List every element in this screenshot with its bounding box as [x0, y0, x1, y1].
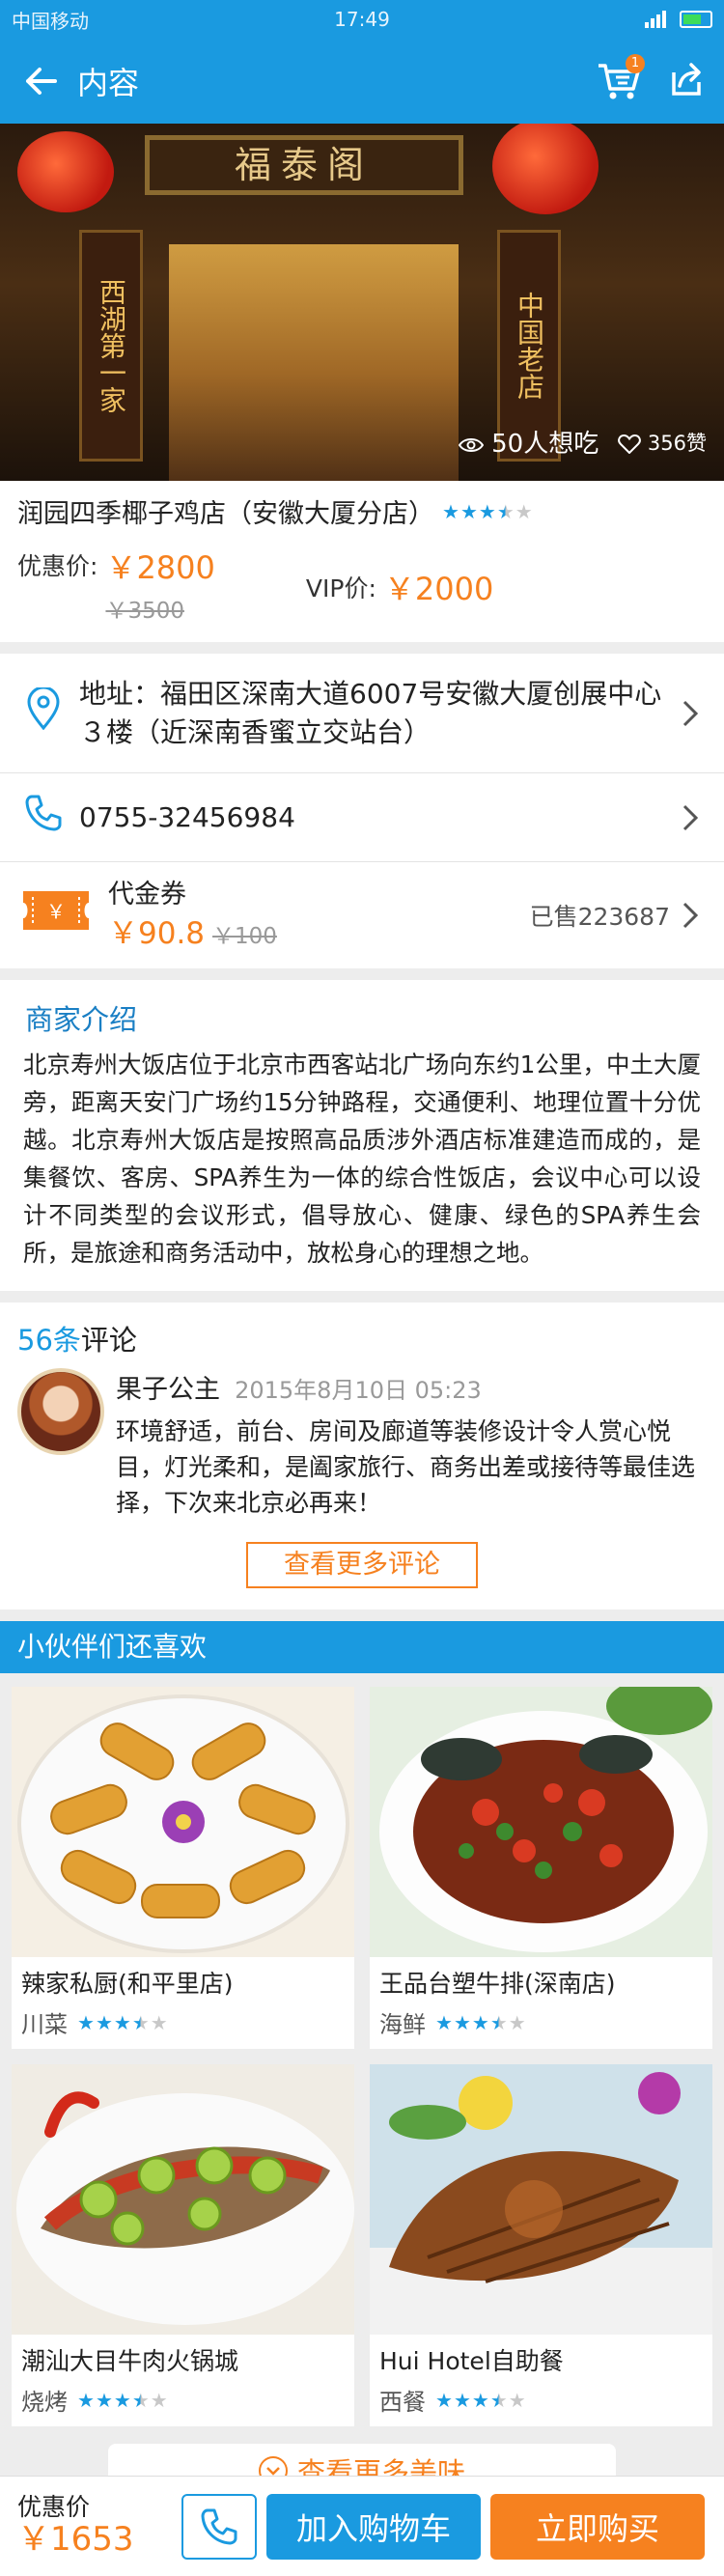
ticket-icon: ￥ — [19, 885, 93, 945]
page: 中国移动 17:49 内容 1 福泰阁 西湖第一家 中国老店 50人想吃 356… — [0, 0, 724, 2576]
clock-text: 17:49 — [334, 8, 390, 31]
food-photo — [12, 1687, 354, 1957]
share-button[interactable] — [666, 61, 705, 101]
coupon-price: ￥90.8 — [108, 915, 206, 951]
comments-header: 56条评论 — [17, 1318, 707, 1358]
cart-button[interactable]: 1 — [597, 54, 645, 102]
app-header: 内容 1 — [0, 39, 724, 124]
svg-text:￥: ￥ — [46, 900, 66, 923]
doorway — [169, 244, 459, 481]
item-category: 海鲜 — [379, 2011, 426, 2038]
phone-icon — [201, 2508, 237, 2544]
location-pin-icon — [19, 686, 68, 740]
item-category: 烧烤 — [21, 2389, 68, 2416]
lantern-decoration — [17, 131, 114, 212]
address-row[interactable]: 地址：福田区深南大道6007号安徽大厦创展中心３楼（近深南香蜜立交站台） — [0, 654, 724, 773]
comment-text: 环境舒适，前台、房间及廊道等装修设计令人赏心悦目，灯光柔和，是阖家旅行、商务出差… — [116, 1417, 696, 1517]
rating-stars: ★ ★ ★ ★ ★ — [77, 2010, 168, 2034]
bottom-price: ￥1653 — [17, 2520, 134, 2560]
eye-icon — [458, 437, 485, 452]
recommend-item[interactable]: 潮汕大目牛肉火锅城 烧烤 ★ ★ ★ ★ ★ — [12, 2064, 354, 2426]
vip-label: VIP价: — [305, 574, 376, 602]
food-photo — [370, 1687, 712, 1957]
battery-icon — [680, 11, 712, 28]
bottom-price-label: 优惠价 — [17, 2492, 91, 2521]
photo-stats: 50人想吃 356赞 — [458, 424, 707, 460]
signboard: 福泰阁 — [145, 135, 463, 195]
food-photo — [370, 2064, 712, 2335]
store-info: 润园四季椰子鸡店（安徽大厦分店） ★ ★ ★ ★ ★ 优惠价: ￥2800 ￥3500 … — [0, 481, 724, 642]
chevron-right-icon — [676, 803, 705, 832]
comment-date: 2015年8月10日 05:23 — [235, 1377, 482, 1404]
like-count: 356赞 — [647, 431, 707, 455]
vip-price-block: VIP价: ￥2000 — [306, 549, 493, 625]
comments-section: 56条评论 果子公主 2015年8月10日 05:23 环境舒适，前台、房间及廊… — [0, 1302, 724, 1610]
phone-number: 0755-32456984 — [79, 800, 295, 833]
item-name: Hui Hotel自助餐 — [379, 2347, 564, 2375]
item-name: 潮汕大目牛肉火锅城 — [21, 2347, 239, 2375]
status-bar: 中国移动 17:49 — [0, 0, 724, 39]
avatar[interactable] — [17, 1368, 104, 1455]
arrow-left-icon — [26, 68, 57, 95]
coupon-sold-count: 已售223687 — [529, 903, 670, 931]
vip-price: ￥2000 — [383, 571, 494, 607]
rating-stars: ★ ★ ★ ★ ★ — [442, 499, 533, 523]
original-price: ￥3500 — [105, 599, 184, 624]
intro-title: 商家介绍 — [25, 1003, 138, 1036]
lantern-decoration — [492, 124, 599, 214]
coupon-row[interactable]: ￥ 代金券 ￥90.8 ￥100 已售223687 — [0, 862, 724, 968]
rating-stars: ★ ★ ★ ★ ★ — [435, 2010, 526, 2034]
food-photo — [12, 2064, 354, 2335]
item-category: 西餐 — [379, 2389, 426, 2416]
merchant-intro: 商家介绍 北京寿州大饭店位于北京市西客站北广场向东约1公里，中土大厦旁，距离天安… — [0, 980, 724, 1291]
item-name: 辣家私厨(和平里店) — [21, 1970, 234, 1998]
recommend-grid: 辣家私厨(和平里店) 川菜 ★ ★ ★ ★ ★ 王品台塑牛排(深南店) 海鲜 ★… — [0, 1673, 724, 2436]
cart-badge: 1 — [626, 54, 645, 73]
discount-price: ￥2800 — [105, 549, 215, 586]
comment-user: 果子公主 — [116, 1375, 220, 1405]
rating-stars: ★ ★ ★ ★ ★ — [77, 2388, 168, 2412]
like-stat[interactable]: 356赞 — [618, 428, 707, 457]
item-name: 王品台塑牛排(深南店) — [379, 1970, 616, 1998]
comment-count: 56条 — [17, 1324, 81, 1357]
recommend-item[interactable]: 王品台塑牛排(深南店) 海鲜 ★ ★ ★ ★ ★ — [370, 1687, 712, 2049]
want-count: 50人想吃 — [491, 430, 599, 459]
comment-label: 评论 — [80, 1324, 137, 1357]
page-title: 内容 — [77, 65, 140, 101]
phone-row[interactable]: 0755-32456984 — [0, 773, 724, 862]
back-button[interactable] — [19, 60, 62, 102]
recommend-item[interactable]: Hui Hotel自助餐 西餐 ★ ★ ★ ★ ★ — [370, 2064, 712, 2426]
store-name: 润园四季椰子鸡店（安徽大厦分店） — [17, 499, 434, 529]
rating-stars: ★ ★ ★ ★ ★ — [435, 2388, 526, 2412]
buy-now-button[interactable]: 立即购买 — [490, 2493, 705, 2560]
address-text: 地址：福田区深南大道6007号安徽大厦创展中心３楼（近深南香蜜立交站台） — [79, 677, 662, 748]
discount-price-block: 优惠价: ￥2800 ￥3500 — [17, 544, 215, 625]
discount-label: 优惠价: — [17, 552, 98, 580]
comment-item: 果子公主 2015年8月10日 05:23 环境舒适，前台、房间及廊道等装修设计… — [17, 1368, 707, 1521]
chevron-right-icon — [676, 699, 705, 728]
phone-icon — [19, 794, 68, 842]
coupon-original-price: ￥100 — [212, 923, 277, 949]
coupon-title: 代金券 — [108, 879, 186, 910]
bottom-action-bar: 优惠价 ￥1653 加入购物车 立即购买 — [0, 2476, 724, 2576]
recommend-title: 小伙伴们还喜欢 — [0, 1621, 724, 1673]
heart-icon — [618, 434, 642, 454]
add-to-cart-button[interactable]: 加入购物车 — [266, 2493, 481, 2560]
more-comments-button[interactable]: 查看更多评论 — [246, 1542, 478, 1588]
chevron-right-icon — [676, 901, 705, 930]
left-couplet: 西湖第一家 — [79, 230, 143, 462]
item-category: 川菜 — [21, 2011, 68, 2038]
share-icon — [672, 63, 701, 96]
recommend-item[interactable]: 辣家私厨(和平里店) 川菜 ★ ★ ★ ★ ★ — [12, 1687, 354, 2049]
want-stat[interactable]: 50人想吃 — [458, 424, 599, 460]
call-button[interactable] — [181, 2493, 257, 2560]
store-photo: 福泰阁 西湖第一家 中国老店 50人想吃 356赞 — [0, 124, 724, 481]
intro-text: 北京寿州大饭店位于北京市西客站北广场向东约1公里，中土大厦旁，距离天安门广场约1… — [23, 1050, 701, 1267]
